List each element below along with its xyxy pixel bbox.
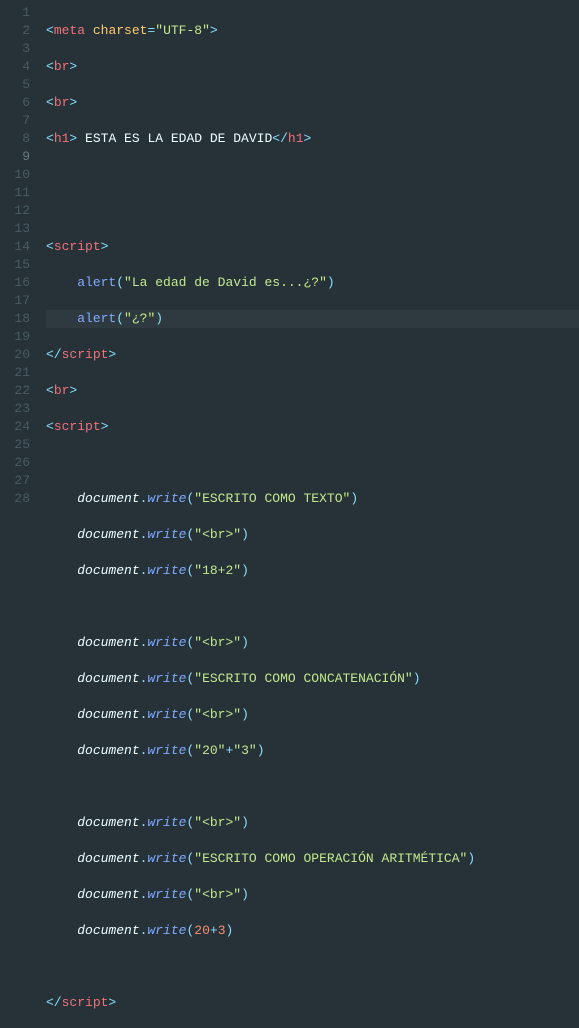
line-number: 7 xyxy=(0,112,30,130)
code-line: document.write("<br>") xyxy=(46,814,579,832)
code-line: </script> xyxy=(46,994,579,1012)
line-number: 22 xyxy=(0,382,30,400)
code-line: <br> xyxy=(46,94,579,112)
line-number: 4 xyxy=(0,58,30,76)
code-line xyxy=(46,166,579,184)
code-line: <meta charset="UTF-8"> xyxy=(46,22,579,40)
line-number: 23 xyxy=(0,400,30,418)
line-number: 21 xyxy=(0,364,30,382)
line-number: 25 xyxy=(0,436,30,454)
line-number: 11 xyxy=(0,184,30,202)
code-line xyxy=(46,958,579,976)
code-line: document.write("ESCRITO COMO CONCATENACI… xyxy=(46,670,579,688)
code-line: document.write("ESCRITO COMO TEXTO") xyxy=(46,490,579,508)
line-number: 10 xyxy=(0,166,30,184)
code-line: alert("¿?") xyxy=(46,310,579,328)
line-number: 28 xyxy=(0,490,30,508)
code-line xyxy=(46,454,579,472)
line-number: 6 xyxy=(0,94,30,112)
line-number: 16 xyxy=(0,274,30,292)
line-number: 18 xyxy=(0,310,30,328)
code-line: document.write(20+3) xyxy=(46,922,579,940)
code-line: <h1> ESTA ES LA EDAD DE DAVID</h1> xyxy=(46,130,579,148)
line-number: 24 xyxy=(0,418,30,436)
line-number: 17 xyxy=(0,292,30,310)
code-line: alert("La edad de David es...¿?") xyxy=(46,274,579,292)
line-number-gutter: 1 2 3 4 5 6 7 8 9 10 11 12 13 14 15 16 1… xyxy=(0,0,40,514)
line-number: 27 xyxy=(0,472,30,490)
line-number: 19 xyxy=(0,328,30,346)
code-line: document.write("<br>") xyxy=(46,886,579,904)
line-number: 13 xyxy=(0,220,30,238)
line-number: 2 xyxy=(0,22,30,40)
line-number: 12 xyxy=(0,202,30,220)
line-number: 15 xyxy=(0,256,30,274)
code-line: document.write("20"+"3") xyxy=(46,742,579,760)
code-line: </script> xyxy=(46,346,579,364)
code-line: document.write("<br>") xyxy=(46,634,579,652)
code-line: <br> xyxy=(46,382,579,400)
code-line: <script> xyxy=(46,418,579,436)
code-line xyxy=(46,202,579,220)
code-line: document.write("<br>") xyxy=(46,706,579,724)
line-number: 1 xyxy=(0,4,30,22)
code-line: document.write("18+2") xyxy=(46,562,579,580)
code-line: <br> xyxy=(46,58,579,76)
code-line: document.write("ESCRITO COMO OPERACIÓN A… xyxy=(46,850,579,868)
code-line: document.write("<br>") xyxy=(46,526,579,544)
code-line xyxy=(46,598,579,616)
line-number: 8 xyxy=(0,130,30,148)
line-number: 20 xyxy=(0,346,30,364)
code-line xyxy=(46,778,579,796)
line-number: 3 xyxy=(0,40,30,58)
line-number: 9 xyxy=(0,148,30,166)
code-line: <script> xyxy=(46,238,579,256)
line-number: 5 xyxy=(0,76,30,94)
code-area[interactable]: <meta charset="UTF-8"> <br> <br> <h1> ES… xyxy=(40,0,579,514)
line-number: 14 xyxy=(0,238,30,256)
line-number: 26 xyxy=(0,454,30,472)
code-editor: 1 2 3 4 5 6 7 8 9 10 11 12 13 14 15 16 1… xyxy=(0,0,579,514)
